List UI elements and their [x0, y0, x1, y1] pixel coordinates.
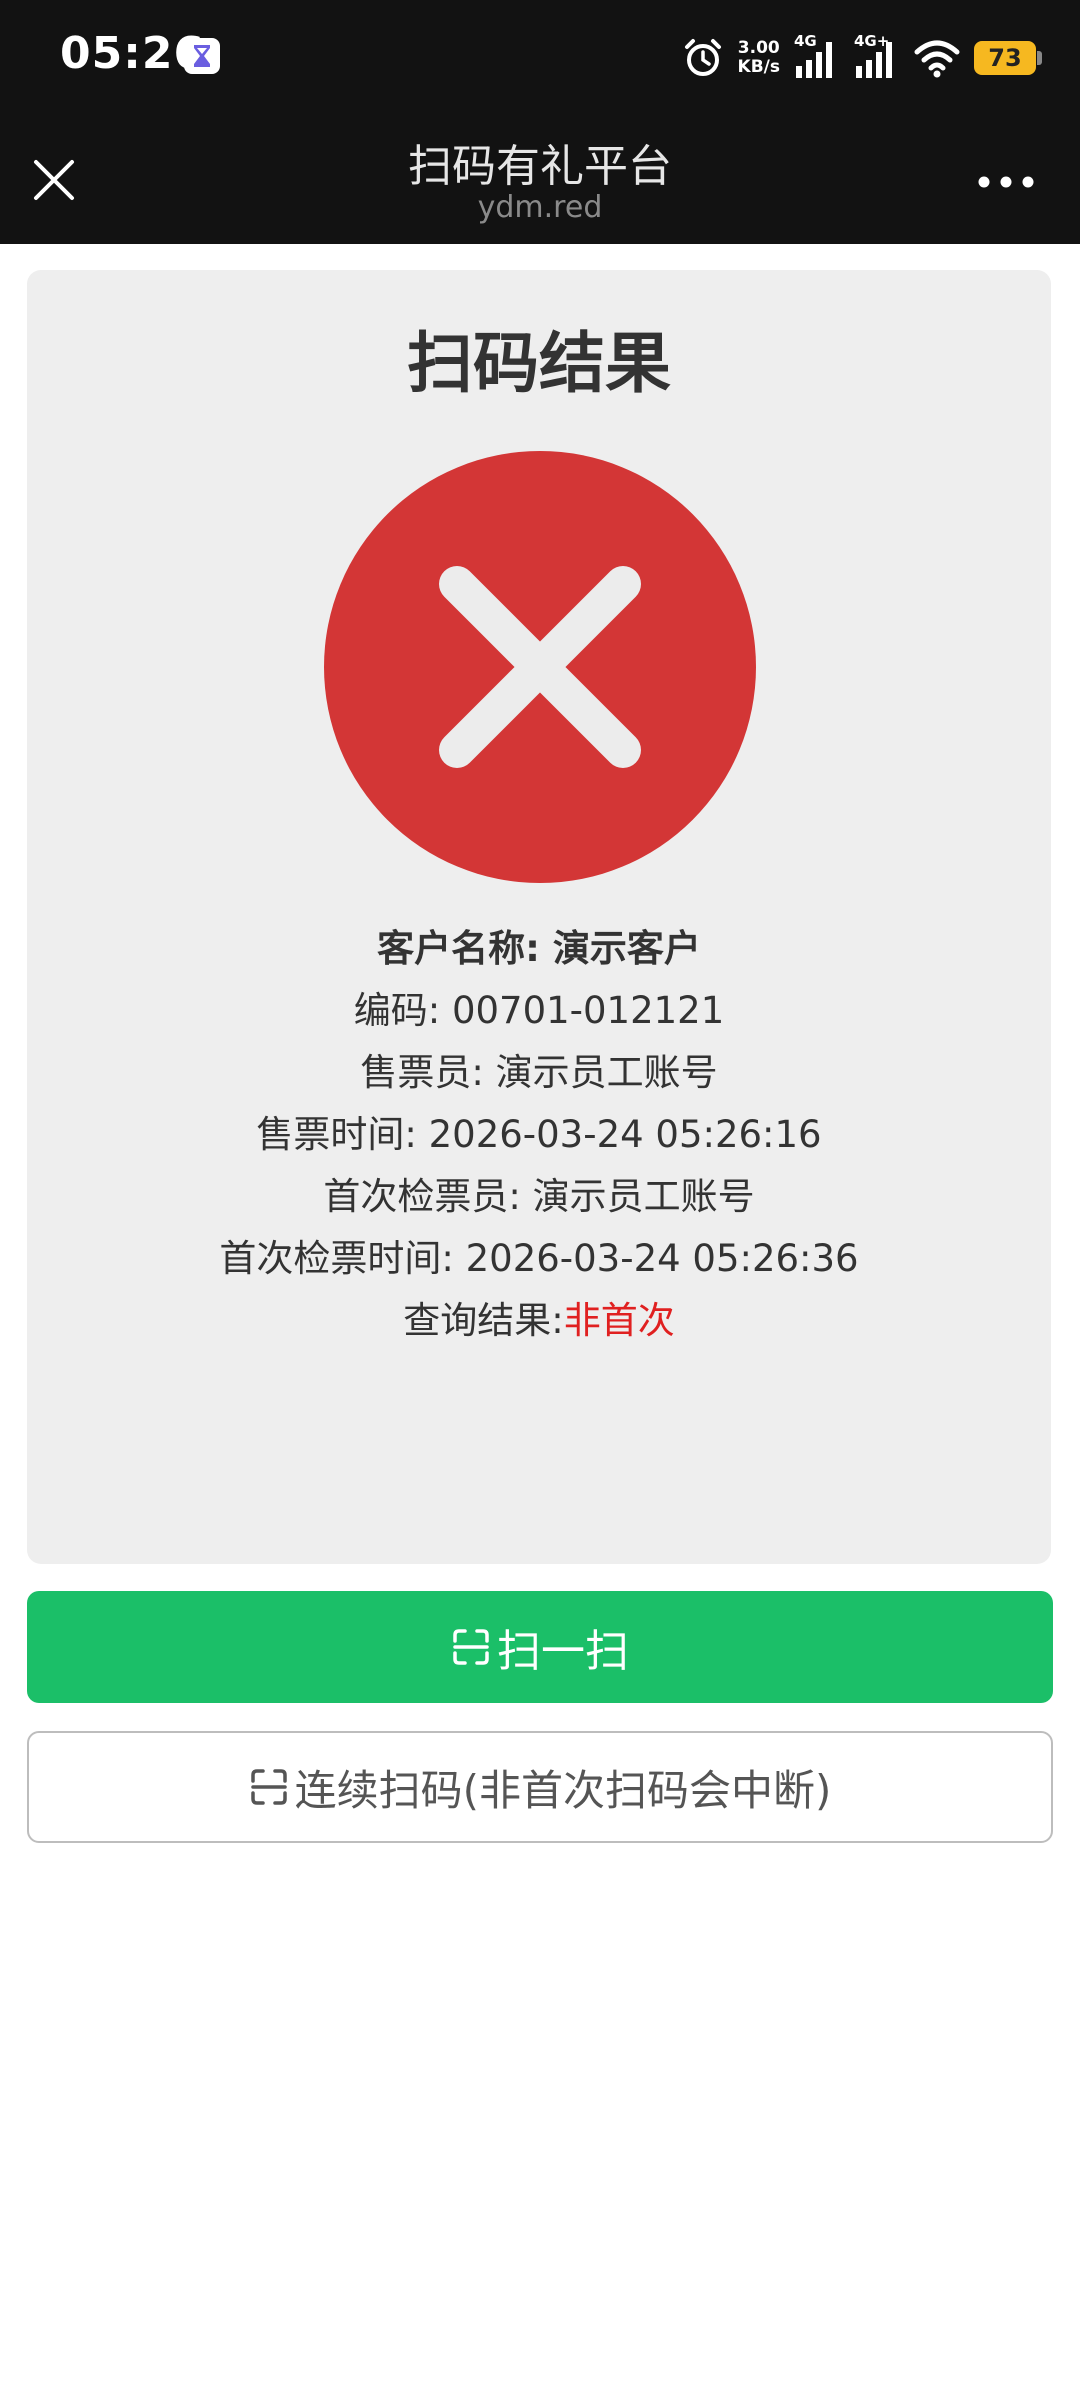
fail-x-circle-icon [324, 451, 756, 883]
continuous-scan-label: 连续扫码(非首次扫码会中断) [294, 1765, 832, 1815]
scan-button-label: 扫一扫 [497, 1626, 629, 1677]
scan-icon [453, 1629, 489, 1665]
wifi-icon [914, 40, 960, 78]
ticket-code: 编码: 00701-012121 [353, 989, 725, 1032]
speed-unit: KB/s [737, 57, 780, 77]
speed-value: 3.00 [737, 38, 780, 58]
query-result-value: 非首次 [563, 1299, 675, 1342]
status-icons: 3.00 KB/s 4G 4G+ 73 [682, 30, 1042, 86]
signal-2: 4G+ [854, 32, 900, 80]
query-result-label: 查询结果: [403, 1299, 564, 1342]
signal-1: 4G [794, 32, 840, 80]
more-options-icon[interactable] [972, 162, 1040, 202]
scan-button[interactable]: 扫一扫 [27, 1591, 1053, 1703]
first-checker: 首次检票员: 演示员工账号 [323, 1175, 755, 1218]
nav-bar: 扫码有礼平台 ydm.red [0, 118, 1080, 244]
network-speed: 3.00 KB/s [738, 39, 780, 77]
battery-icon: 73 [974, 41, 1042, 75]
hourglass-icon [184, 38, 220, 74]
sale-time: 售票时间: 2026-03-24 05:26:16 [256, 1113, 822, 1156]
page-title: 扫码有礼平台 [408, 141, 672, 192]
battery-level: 73 [988, 44, 1022, 72]
scan-icon [250, 1769, 287, 1805]
result-title: 扫码结果 [407, 325, 671, 402]
customer-name: 客户名称: 演示客户 [377, 927, 701, 970]
query-result: 查询结果:非首次 [27, 1290, 1051, 1352]
signal-icon [856, 42, 892, 78]
alarm-icon [684, 39, 721, 76]
continuous-scan-button[interactable]: 连续扫码(非首次扫码会中断) [27, 1731, 1053, 1843]
status-bar: 05:26 3.00 KB/s 4G 4G+ 73 [0, 0, 1080, 118]
signal-icon [796, 42, 832, 78]
seller: 售票员: 演示员工账号 [360, 1051, 718, 1094]
first-check-time: 首次检票时间: 2026-03-24 05:26:36 [219, 1237, 859, 1280]
scan-info-list: 客户名称: 演示客户 编码: 00701-012121 售票员: 演示员工账号 … [27, 918, 1051, 1352]
result-card: 扫码结果 客户名称: 演示客户 编码: 00701-012121 售票员: 演示… [27, 270, 1051, 1564]
page-domain: ydm.red [477, 190, 603, 225]
